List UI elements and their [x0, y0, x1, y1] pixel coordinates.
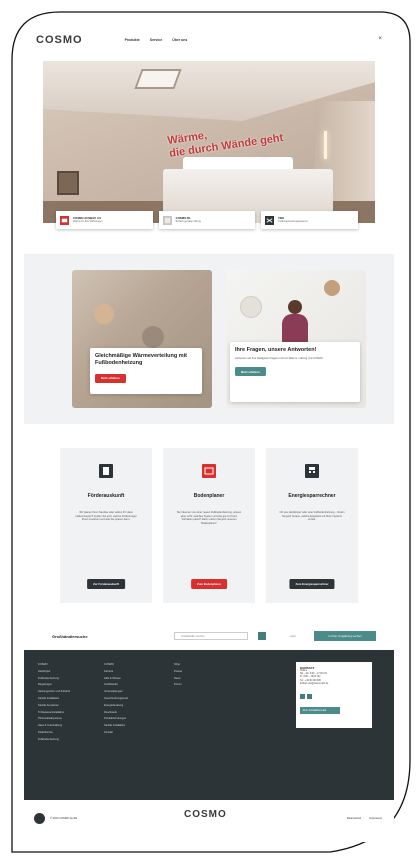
- brand-logo[interactable]: COSMO: [36, 34, 83, 45]
- bottom-bar: © 2023 COSMO GmbH COSMO Datenschutz Impr…: [24, 800, 394, 842]
- feature-card-fbh[interactable]: FBH Fußbodenheizungssysteme: [261, 211, 359, 229]
- footer-link[interactable]: Photovoltaiksysteme: [38, 716, 70, 723]
- main-nav: Produkte Service Über uns: [125, 38, 188, 42]
- nav-item-service[interactable]: Service: [150, 38, 162, 42]
- mehr-erfahren-button[interactable]: Mehr erfahren: [95, 373, 126, 383]
- footer-link[interactable]: COSMO: [104, 662, 128, 669]
- search-submit-button[interactable]: [258, 632, 266, 640]
- promo-text-box: Ihre Fragen, unsere Antworten! Antworten…: [230, 342, 360, 402]
- ventilation-icon: [162, 215, 172, 225]
- footer-link[interactable]: Downloads: [104, 710, 128, 717]
- hero-lamp: [324, 131, 327, 159]
- tool-card-bodenplaner: Bodenplaner Sie träumen von einer neuen …: [163, 448, 255, 603]
- footer-link[interactable]: Großhandel: [104, 682, 128, 689]
- photo-person: [142, 326, 164, 348]
- feature-card-ausbau[interactable]: COSMO AUSBAU 3.0 Wärme für Ihre Wohnungen: [56, 211, 153, 229]
- footer-link[interactable]: Regelungen: [38, 682, 70, 689]
- dealer-search-label: Großhändlersuche: [52, 634, 88, 639]
- mehr-erfahren-button[interactable]: Mehr erfahren: [235, 367, 266, 377]
- nearby-search-button[interactable]: In Ihrer Umgebung suchen: [314, 631, 376, 641]
- footer-link[interactable]: Produktschulungen: [104, 716, 128, 723]
- facebook-icon[interactable]: [300, 694, 305, 700]
- promo-card-faq[interactable]: Ihre Fragen, unsere Antworten! Antworten…: [226, 270, 366, 408]
- photo-person: [94, 304, 114, 324]
- footer-link[interactable]: Energieberatung: [104, 703, 128, 710]
- bodenplaner-button[interactable]: Zum Bodenplaner: [191, 579, 227, 589]
- footer-column-company: COSMO Karriere Hilfe & Wissen Großhandel…: [104, 662, 128, 737]
- floorplan-icon: [202, 464, 216, 478]
- footer-link[interactable]: KOSMO: [38, 662, 70, 669]
- tool-card-energiesparrechner: Energiesparrechner Ob neu Heizkörper ode…: [266, 448, 358, 603]
- promo-text-box: Gleichmäßige Wärmeverteilung mit Fußbode…: [90, 348, 202, 394]
- footer-link[interactable]: Sanitär Armaturen: [38, 703, 70, 710]
- document-icon: [99, 464, 113, 478]
- footer-link[interactable]: Heizkörper: [38, 669, 70, 676]
- footer-column-misc: Shop Presse News Promo: [174, 662, 182, 689]
- nav-item-ueber-uns[interactable]: Über uns: [172, 38, 187, 42]
- tools-section: Förderauskunft Wir planen Ihren Neubau o…: [24, 444, 394, 614]
- tool-card-foerderauskunft: Förderauskunft Wir planen Ihren Neubau o…: [60, 448, 152, 603]
- footer-column-products: KOSMO Heizkörper Fußbodenheizung Regelun…: [38, 662, 70, 744]
- promo-section: Gleichmäßige Wärmeverteilung mit Fußbode…: [24, 254, 394, 424]
- instagram-icon[interactable]: [307, 694, 312, 700]
- hero-skylight: [134, 69, 182, 89]
- nav-item-produkte[interactable]: Produkte: [125, 38, 140, 42]
- footer-link[interactable]: Promo: [174, 682, 182, 689]
- footer-link[interactable]: Karriere: [104, 669, 128, 676]
- dealer-search-bar: Großhändlersuche Großhändler suchen oder…: [24, 624, 394, 650]
- footer-link[interactable]: Sanitär installation: [104, 723, 128, 730]
- contact-box: KONTAKT Hotline Mo – Do: 8:00 – 17:00 Uh…: [296, 662, 372, 728]
- footer-link[interactable]: Heizungsrohre und Zubehör: [38, 689, 70, 696]
- hero-image: Wärme, die durch Wände geht: [43, 61, 375, 223]
- close-icon[interactable]: ×: [378, 36, 382, 42]
- footer-link[interactable]: Fußbodenheizung: [38, 676, 70, 683]
- footer-link[interactable]: Haus & Unterhaltung: [38, 723, 70, 730]
- footer-link[interactable]: Veranstaltungen: [104, 689, 128, 696]
- footer-link[interactable]: Hilfe & Wissen: [104, 676, 128, 683]
- photo-person: [288, 300, 302, 314]
- footer-link[interactable]: Sanitär installation: [38, 696, 70, 703]
- footer-link[interactable]: Fußbodenheizung: [38, 737, 70, 744]
- hero-window: [57, 171, 79, 195]
- radiator-icon: [60, 215, 69, 225]
- footer-link[interactable]: Presse: [174, 669, 182, 676]
- footer-link[interactable]: Trinkwasserinstallation: [38, 710, 70, 717]
- energiesparrechner-button[interactable]: Zum Energiesparrechner: [289, 579, 335, 589]
- footer-link[interactable]: Ausschreibungstexte: [104, 696, 128, 703]
- site-footer: KOSMO Heizkörper Fußbodenheizung Regelun…: [24, 650, 394, 800]
- photo-person: [282, 314, 308, 344]
- legal-links: Datenschutz Impressum: [347, 817, 382, 820]
- promo-card-fussbodenheizung[interactable]: Gleichmäßige Wärmeverteilung mit Fußbode…: [72, 270, 212, 408]
- foerderauskunft-button[interactable]: Zur Förderauskunft: [87, 579, 125, 589]
- footer-link[interactable]: News: [174, 676, 182, 683]
- site-header: COSMO Produkte Service Über uns ×: [24, 24, 394, 56]
- dealer-search-input[interactable]: Großhändler suchen: [174, 632, 248, 640]
- footer-link[interactable]: Shop: [174, 662, 182, 669]
- hero-feature-cards: COSMO AUSBAU 3.0 Wärme für Ihre Wohnungen…: [56, 211, 359, 229]
- website-page: COSMO Produkte Service Über uns × Wärme,…: [24, 24, 394, 842]
- calculator-icon: [305, 464, 319, 478]
- footer-brand-logo[interactable]: COSMO: [184, 810, 227, 820]
- floorheating-icon: [265, 215, 275, 225]
- footer-link[interactable]: Solarthermie: [38, 730, 70, 737]
- photo-person: [324, 280, 340, 296]
- feature-card-rl[interactable]: COSMO RL Einfach geniale Lüftung: [158, 211, 256, 229]
- footer-link[interactable]: Kontakt: [104, 730, 128, 737]
- contact-form-button[interactable]: Zum Kontaktformular: [300, 707, 340, 715]
- photo-decor: [240, 296, 262, 318]
- datenschutz-link[interactable]: Datenschutz: [347, 817, 361, 820]
- impressum-link[interactable]: Impressum: [369, 817, 382, 820]
- certificate-badge-icon: [34, 813, 45, 824]
